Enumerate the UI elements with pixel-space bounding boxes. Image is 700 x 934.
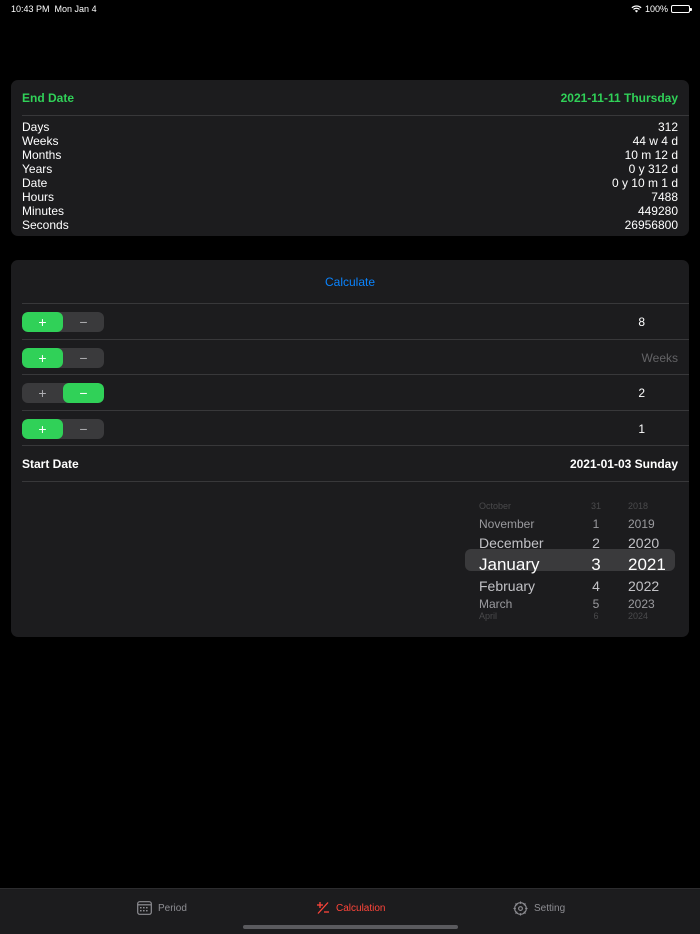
calculate-button[interactable]: Calculate: [11, 260, 689, 304]
home-indicator: [243, 925, 458, 929]
stat-seconds: Seconds 26956800: [22, 218, 678, 232]
picker-month-option[interactable]: April: [479, 611, 497, 621]
calc-row-3: + − 2: [22, 375, 678, 410]
picker-year-option[interactable]: 2023: [628, 597, 655, 611]
calc-row-1: + − 8: [22, 304, 678, 339]
tab-calculation[interactable]: Calculation: [316, 901, 385, 915]
end-date-label: End Date: [22, 90, 75, 105]
status-bar: 10:43 PM Mon Jan 4 100%: [0, 0, 700, 18]
plus-button[interactable]: +: [22, 347, 63, 368]
stat-date: Date 0 y 10 m 1 d: [22, 176, 678, 190]
picker-year-option[interactable]: 2019: [628, 517, 655, 531]
unit-selector[interactable]: Weeks: [642, 351, 678, 365]
add-subtract-stepper: + −: [22, 382, 104, 403]
minus-button[interactable]: −: [63, 348, 104, 368]
minus-button[interactable]: −: [63, 382, 104, 403]
picker-day-option[interactable]: 1: [575, 517, 617, 531]
picker-year-option[interactable]: 2020: [628, 535, 659, 551]
picker-year-column[interactable]: 2018 2019 2020 2021 2022 2023 2024: [628, 498, 675, 621]
gear-icon: [513, 901, 528, 916]
tab-setting[interactable]: Setting: [513, 901, 565, 916]
picker-day-option[interactable]: 2: [575, 535, 617, 551]
battery-icon: [671, 5, 692, 13]
start-date-row[interactable]: Start Date 2021-01-03 Sunday: [22, 446, 678, 481]
status-time: 10:43 PM Mon Jan 4: [11, 4, 97, 14]
picker-month-option[interactable]: March: [479, 597, 512, 611]
plus-button[interactable]: +: [22, 418, 63, 439]
picker-day-option[interactable]: 31: [575, 501, 617, 511]
picker-day-option[interactable]: 3: [575, 555, 617, 575]
plus-button[interactable]: +: [22, 311, 63, 332]
stat-hours: Hours 7488: [22, 190, 678, 204]
picker-year-option[interactable]: 2021: [628, 555, 666, 575]
battery-percent: 100%: [644, 4, 668, 14]
picker-day-option[interactable]: 5: [575, 597, 617, 611]
stat-days: Days 312: [22, 120, 678, 134]
calendar-icon: [137, 901, 152, 915]
minus-button[interactable]: −: [63, 419, 104, 439]
picker-day-option[interactable]: 6: [575, 611, 617, 621]
stat-months: Months 10 m 12 d: [22, 148, 678, 162]
plus-button[interactable]: +: [22, 383, 63, 403]
picker-month-option[interactable]: January: [479, 555, 539, 575]
calc-row-4: + − 1: [22, 411, 678, 446]
picker-year-option[interactable]: 2022: [628, 578, 659, 594]
wifi-icon: [631, 5, 642, 13]
stat-weeks: Weeks 44 w 4 d: [22, 134, 678, 148]
picker-day-option[interactable]: 4: [575, 578, 617, 594]
divider: [22, 481, 689, 482]
end-date-card: End Date 2021-11-11 Thursday Days 312 Wee…: [11, 80, 689, 236]
add-subtract-stepper: + −: [22, 311, 104, 332]
calc-row-2: + − Weeks: [22, 340, 678, 375]
add-subtract-stepper: + −: [22, 418, 104, 439]
row-value[interactable]: 1: [638, 422, 645, 436]
status-right: 100%: [631, 4, 692, 14]
picker-month-column[interactable]: October November December January February Ma…: [465, 498, 565, 621]
stats-list: Days 312 Weeks 44 w 4 d Months 10 m 12 d Ye…: [22, 120, 678, 232]
add-subtract-stepper: + −: [22, 347, 104, 368]
end-date-value: 2021-11-11 Thursday: [560, 90, 678, 105]
start-date-value: 2021-01-03 Sunday: [569, 456, 678, 471]
start-date-label: Start Date: [22, 456, 79, 471]
minus-button[interactable]: −: [63, 312, 104, 332]
calculation-card: Calculate + − 8 + − Weeks + − 2 + − 1 St…: [11, 260, 689, 637]
tab-label: Period: [158, 902, 187, 914]
picker-day-column[interactable]: 31 1 2 3 4 5 6: [575, 498, 617, 621]
end-date-row: End Date 2021-11-11 Thursday: [22, 80, 678, 115]
row-value[interactable]: 8: [638, 315, 645, 329]
plus-minus-icon: [317, 902, 329, 914]
date-picker[interactable]: October November December January February Ma…: [465, 498, 675, 621]
picker-month-option[interactable]: December: [479, 535, 544, 551]
divider: [22, 115, 689, 116]
picker-month-option[interactable]: February: [479, 578, 535, 594]
row-value[interactable]: 2: [638, 386, 645, 400]
tab-label: Setting: [534, 903, 566, 914]
tab-period[interactable]: Period: [137, 901, 187, 915]
picker-year-option[interactable]: 2024: [628, 611, 648, 621]
stat-minutes: Minutes 449280: [22, 204, 678, 218]
picker-year-option[interactable]: 2018: [628, 501, 648, 511]
picker-month-option[interactable]: November: [479, 517, 534, 531]
tab-label: Calculation: [336, 902, 386, 914]
stat-years: Years 0 y 312 d: [22, 162, 678, 176]
picker-month-option[interactable]: October: [479, 501, 511, 511]
